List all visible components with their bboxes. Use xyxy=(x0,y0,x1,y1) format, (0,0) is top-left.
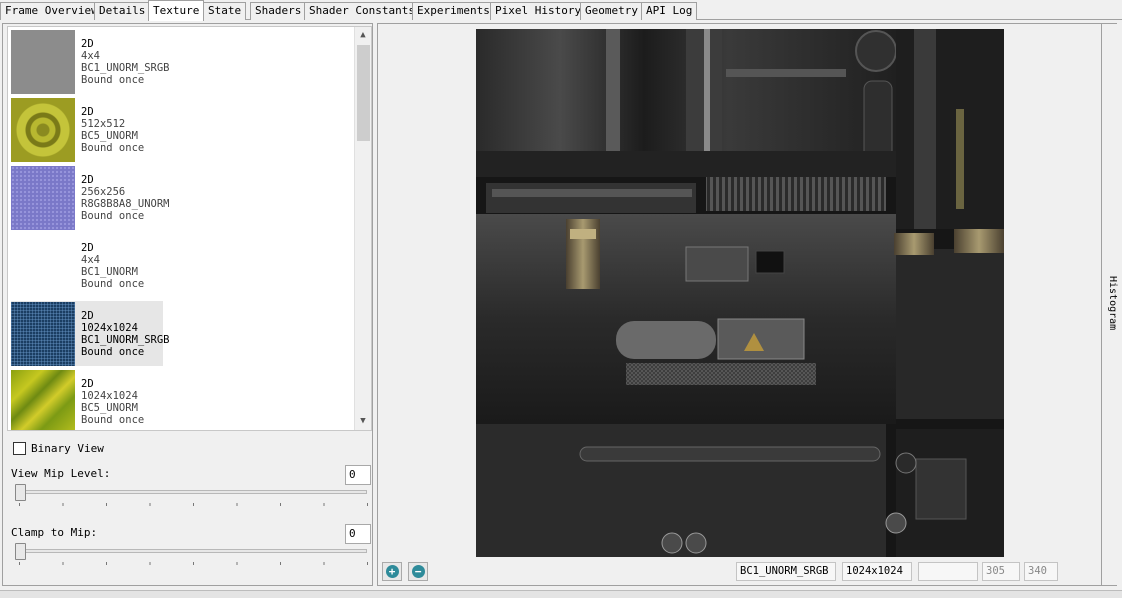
texture-size: 4x4 xyxy=(81,50,100,62)
texture-list-scrollbar[interactable]: ▲ ▼ xyxy=(354,27,371,430)
texture-binding: Bound once xyxy=(81,210,145,222)
view-mip-slider[interactable] xyxy=(15,484,369,506)
texture-binding: Bound once xyxy=(81,414,145,426)
scroll-down-icon[interactable]: ▼ xyxy=(355,413,371,430)
clamp-mip-slider[interactable] xyxy=(15,543,369,565)
tab-shaders[interactable]: Shaders xyxy=(250,2,307,20)
texture-size: 1024x1024 xyxy=(81,390,138,402)
tab-details[interactable]: Details xyxy=(94,2,151,20)
texture-list[interactable]: 2D 4x4 BC1_UNORM_SRGB Bound once 2D 512x… xyxy=(7,26,372,431)
clamp-mip-input[interactable]: 0 xyxy=(345,524,371,544)
histogram-toggle[interactable]: Histogram xyxy=(1101,24,1118,585)
texture-format-field: BC1_UNORM_SRGB xyxy=(736,562,836,581)
texture-item[interactable]: 2D 256x256 R8G8B8A8_UNORM Bound once xyxy=(11,165,170,230)
texture-info: 2D 512x512 BC5_UNORM Bound once xyxy=(81,106,144,154)
slider-track xyxy=(15,490,367,494)
texture-info: 2D 4x4 BC1_UNORM_SRGB Bound once xyxy=(81,38,170,86)
scroll-up-icon[interactable]: ▲ xyxy=(355,27,371,44)
tab-experiments[interactable]: Experiments xyxy=(412,2,495,20)
texture-size: 4x4 xyxy=(81,254,100,266)
texture-thumbnail xyxy=(11,370,75,430)
zoom-in-icon: + xyxy=(385,565,399,578)
texture-thumbnail xyxy=(11,30,75,94)
slider-track xyxy=(15,549,367,553)
zoom-out-icon: − xyxy=(411,565,425,578)
texture-thumbnail xyxy=(11,166,75,230)
window-bottom-edge xyxy=(0,590,1122,598)
tab-bar: Frame Overview Details Texture State Sha… xyxy=(0,0,1122,21)
tab-geometry[interactable]: Geometry xyxy=(580,2,643,20)
zoom-out-button[interactable]: − xyxy=(408,562,428,581)
binary-view-label: Binary View xyxy=(31,442,104,455)
texture-dimensions-field: 1024x1024 xyxy=(842,562,912,581)
texture-binding: Bound once xyxy=(81,278,145,290)
coord-y-field: 340 xyxy=(1024,562,1058,581)
clamp-mip-label: Clamp to Mip: xyxy=(11,526,98,539)
weapon-texture-image xyxy=(476,29,1004,557)
texture-info: 2D 1024x1024 BC5_UNORM Bound once xyxy=(81,378,144,426)
histogram-label: Histogram xyxy=(1107,276,1118,331)
binary-view-checkbox[interactable] xyxy=(13,442,26,455)
view-mip-label: View Mip Level: xyxy=(11,467,111,480)
pixel-value-field xyxy=(918,562,978,581)
tab-frame-overview[interactable]: Frame Overview xyxy=(0,2,103,20)
texture-info: 2D 4x4 BC1_UNORM Bound once xyxy=(81,242,144,290)
texture-info: 2D 256x256 R8G8B8A8_UNORM Bound once xyxy=(81,174,170,222)
texture-binding: Bound once xyxy=(81,346,145,358)
tab-state[interactable]: State xyxy=(203,2,247,20)
texture-format: BC5_UNORM xyxy=(81,402,138,414)
texture-binding: Bound once xyxy=(81,74,145,86)
slider-ticks xyxy=(19,503,369,506)
texture-format: BC1_UNORM xyxy=(81,266,138,278)
texture-item-selected[interactable]: 2D 1024x1024 BC1_UNORM_SRGB Bound once xyxy=(11,301,170,366)
slider-ticks xyxy=(19,562,369,565)
texture-preview[interactable] xyxy=(476,29,1004,557)
texture-item[interactable]: 2D 4x4 BC1_UNORM_SRGB Bound once xyxy=(11,29,170,94)
texture-format: BC1_UNORM_SRGB xyxy=(81,62,170,74)
texture-type: 2D xyxy=(81,242,94,254)
slider-handle[interactable] xyxy=(15,484,26,501)
texture-thumbnail xyxy=(11,234,75,298)
texture-info: 2D 1024x1024 BC1_UNORM_SRGB Bound once xyxy=(81,310,170,358)
texture-status-bar: + − BC1_UNORM_SRGB 1024x1024 305 340 xyxy=(378,560,1100,584)
texture-item[interactable]: 2D 1024x1024 BC5_UNORM Bound once xyxy=(11,369,163,430)
tab-shader-constants[interactable]: Shader Constants xyxy=(304,2,420,20)
zoom-in-button[interactable]: + xyxy=(382,562,402,581)
texture-type: 2D xyxy=(81,38,94,50)
tab-pixel-history[interactable]: Pixel History xyxy=(490,2,587,20)
tab-texture[interactable]: Texture xyxy=(148,0,205,21)
coord-x-field: 305 xyxy=(982,562,1020,581)
texture-type: 2D xyxy=(81,106,94,118)
texture-size: 256x256 xyxy=(81,186,126,198)
texture-size: 512x512 xyxy=(81,118,126,130)
slider-handle[interactable] xyxy=(15,543,26,560)
mip-controls: Binary View View Mip Level: 0 Clamp to M… xyxy=(7,434,372,584)
texture-list-panel: 2D 4x4 BC1_UNORM_SRGB Bound once 2D 512x… xyxy=(2,23,373,586)
texture-format: BC1_UNORM_SRGB xyxy=(81,334,170,346)
texture-size: 1024x1024 xyxy=(81,322,138,334)
texture-type: 2D xyxy=(81,378,94,390)
tab-api-log[interactable]: API Log xyxy=(641,2,698,20)
texture-format: BC5_UNORM xyxy=(81,130,138,142)
texture-format: R8G8B8A8_UNORM xyxy=(81,198,170,210)
texture-binding: Bound once xyxy=(81,142,145,154)
scroll-thumb[interactable] xyxy=(357,45,370,141)
texture-item[interactable]: 2D 4x4 BC1_UNORM Bound once xyxy=(11,233,163,298)
texture-item[interactable]: 2D 512x512 BC5_UNORM Bound once xyxy=(11,97,163,162)
texture-type: 2D xyxy=(81,174,94,186)
texture-thumbnail xyxy=(11,302,75,366)
texture-type: 2D xyxy=(81,310,94,322)
texture-view-panel: Histogram + − BC1_UNORM_SRGB 1024x1024 3… xyxy=(377,23,1118,586)
texture-thumbnail xyxy=(11,98,75,162)
view-mip-input[interactable]: 0 xyxy=(345,465,371,485)
